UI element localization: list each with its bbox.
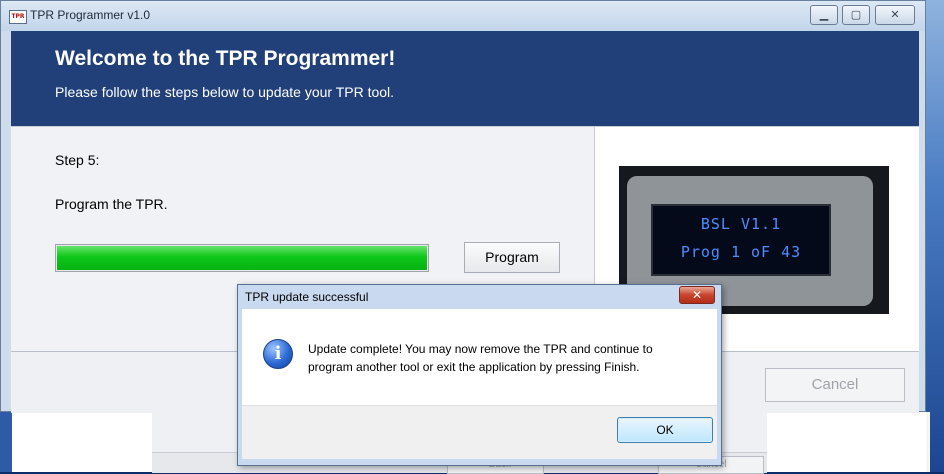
close-icon: ✕ [691, 288, 703, 302]
maximize-icon: ▢ [850, 8, 862, 21]
step-description: Program the TPR. [55, 196, 168, 212]
info-icon: i [263, 339, 293, 369]
header-banner: Welcome to the TPR Programmer! Please fo… [11, 31, 919, 126]
title-bar[interactable]: TPR TPR Programmer v1.0 ▁ ▢ ✕ [1, 1, 925, 31]
step-label: Step 5: [55, 152, 100, 168]
maximize-button[interactable]: ▢ [842, 5, 870, 25]
ok-button[interactable]: OK [617, 417, 713, 443]
minimize-button[interactable]: ▁ [810, 5, 838, 25]
dialog-message: Update complete! You may now remove the … [308, 340, 708, 376]
dialog-message-line-1: Update complete! You may now remove the … [308, 342, 653, 356]
cancel-button[interactable]: Cancel [765, 368, 905, 402]
window-title: TPR Programmer v1.0 [30, 8, 151, 22]
dialog-body: i Update complete! You may now remove th… [242, 309, 717, 405]
message-dialog: TPR update successful ✕ i Update complet… [237, 284, 722, 466]
background-window-left-panel [12, 412, 153, 472]
dialog-title: TPR update successful [245, 290, 369, 304]
desktop-background [0, 412, 12, 472]
close-icon: ✕ [890, 8, 900, 21]
lcd-line-2: Prog 1 oF 43 [680, 243, 802, 261]
progress-fill [57, 246, 427, 270]
page-title: Welcome to the TPR Programmer! [55, 47, 396, 70]
lcd-line-1: BSL V1.1 [700, 215, 782, 233]
device-lcd: BSL V1.1 Prog 1 oF 43 [651, 204, 831, 276]
minimize-icon: ▁ [819, 8, 829, 21]
close-button[interactable]: ✕ [875, 5, 915, 25]
dialog-footer: OK [242, 405, 717, 459]
program-button[interactable]: Program [464, 242, 560, 273]
background-window-right-panel [767, 412, 926, 472]
page-subtitle: Please follow the steps below to update … [55, 84, 395, 100]
dialog-close-button[interactable]: ✕ [679, 286, 715, 304]
progress-bar [55, 244, 429, 272]
app-icon: TPR [9, 10, 27, 24]
desktop-background-right [926, 0, 944, 472]
dialog-message-line-2: program another tool or exit the applica… [308, 360, 640, 374]
